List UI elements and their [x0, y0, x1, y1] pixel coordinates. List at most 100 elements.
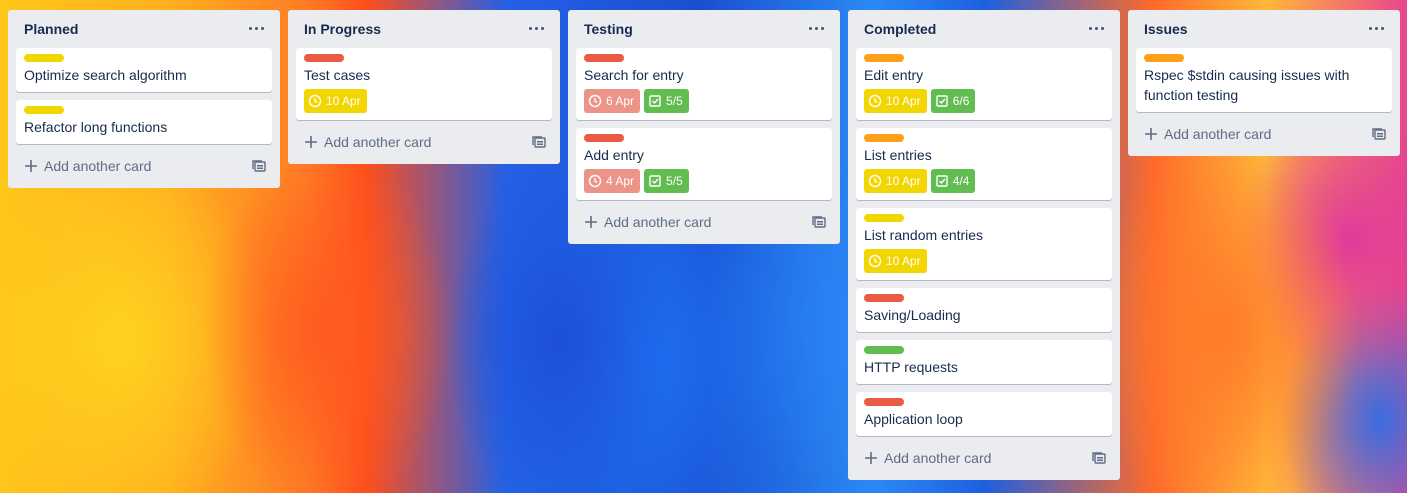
clock-icon	[868, 254, 882, 268]
card-title: Optimize search algorithm	[24, 67, 187, 83]
card-title: Add entry	[584, 147, 644, 163]
board: Planned Optimize search algorithm Refact…	[0, 0, 1407, 493]
list-in-progress: In Progress Test cases 10 Apr Add anothe…	[288, 10, 560, 164]
card[interactable]: Refactor long functions	[16, 100, 272, 144]
card-label[interactable]	[864, 134, 904, 142]
clock-icon	[308, 94, 322, 108]
checklist-count: 5/5	[666, 174, 683, 188]
checklist-count: 5/5	[666, 94, 683, 108]
due-date: 10 Apr	[886, 254, 921, 268]
add-card-label: Add another card	[324, 134, 432, 150]
card[interactable]: Optimize search algorithm	[16, 48, 272, 92]
card-title: Edit entry	[864, 67, 924, 83]
checkbox-icon	[649, 175, 661, 187]
add-card-label: Add another card	[884, 450, 992, 466]
card[interactable]: List entries 10 Apr 4/4	[856, 128, 1112, 200]
checkbox-icon	[649, 95, 661, 107]
card-title: List random entries	[864, 227, 984, 243]
clock-icon	[868, 94, 882, 108]
card-template-icon[interactable]	[532, 135, 546, 149]
list-title[interactable]: Testing	[584, 21, 633, 37]
card-title: List entries	[864, 147, 932, 163]
card[interactable]: Application loop	[856, 392, 1112, 436]
card-label[interactable]	[1144, 54, 1184, 62]
due-date-badge[interactable]: 10 Apr	[864, 169, 927, 193]
card[interactable]: Test cases 10 Apr	[296, 48, 552, 120]
card[interactable]: Search for entry 6 Apr 5/5	[576, 48, 832, 120]
add-card-button[interactable]: Add another card	[1136, 120, 1392, 148]
ellipsis-icon[interactable]	[244, 16, 268, 40]
due-date-badge[interactable]: 4 Apr	[584, 169, 641, 193]
due-date: 10 Apr	[886, 174, 921, 188]
list-header[interactable]: Testing	[576, 10, 832, 48]
plus-icon	[1145, 128, 1157, 140]
list-title[interactable]: Completed	[864, 21, 936, 37]
list-header[interactable]: Completed	[856, 10, 1112, 48]
plus-icon	[305, 136, 317, 148]
card-template-icon[interactable]	[812, 215, 826, 229]
card[interactable]: Saving/Loading	[856, 288, 1112, 332]
checklist-badge: 5/5	[644, 89, 689, 113]
card-template-icon[interactable]	[1372, 127, 1386, 141]
add-card-button[interactable]: Add another card	[856, 444, 1112, 472]
card-label[interactable]	[584, 54, 624, 62]
card-label[interactable]	[24, 106, 64, 114]
list-planned: Planned Optimize search algorithm Refact…	[8, 10, 280, 188]
card-label[interactable]	[864, 294, 904, 302]
list-testing: Testing Search for entry 6 Apr 5/5 Add e…	[568, 10, 840, 244]
ellipsis-icon[interactable]	[1084, 16, 1108, 40]
card[interactable]: Rspec $stdin causing issues with functio…	[1136, 48, 1392, 112]
list-header[interactable]: Planned	[16, 10, 272, 48]
card-title: HTTP requests	[864, 359, 958, 375]
card-title: Application loop	[864, 411, 963, 427]
due-date-badge[interactable]: 10 Apr	[864, 89, 927, 113]
card-label[interactable]	[304, 54, 344, 62]
card[interactable]: Edit entry 10 Apr 6/6	[856, 48, 1112, 120]
card-title: Saving/Loading	[864, 307, 961, 323]
card-title: Test cases	[304, 67, 371, 83]
checklist-count: 6/6	[952, 94, 970, 108]
list-issues: Issues Rspec $stdin causing issues with …	[1128, 10, 1400, 156]
add-card-label: Add another card	[1164, 126, 1272, 142]
clock-icon	[868, 174, 882, 188]
add-card-button[interactable]: Add another card	[576, 208, 832, 236]
checklist-count: 4/4	[952, 174, 970, 188]
ellipsis-icon[interactable]	[1364, 16, 1388, 40]
plus-icon	[585, 216, 597, 228]
plus-icon	[25, 160, 37, 172]
add-card-button[interactable]: Add another card	[16, 152, 272, 180]
card-title: Search for entry	[584, 67, 684, 83]
card-label[interactable]	[864, 346, 904, 354]
card-template-icon[interactable]	[1092, 451, 1106, 465]
card-label[interactable]	[864, 54, 904, 62]
card-title: Rspec $stdin causing issues with functio…	[1144, 67, 1350, 103]
list-header[interactable]: Issues	[1136, 10, 1392, 48]
add-card-label: Add another card	[44, 158, 152, 174]
checkbox-icon	[936, 95, 948, 107]
card[interactable]: List random entries 10 Apr	[856, 208, 1112, 280]
card[interactable]: Add entry 4 Apr 5/5	[576, 128, 832, 200]
due-date-badge[interactable]: 10 Apr	[304, 89, 367, 113]
ellipsis-icon[interactable]	[804, 16, 828, 40]
card-label[interactable]	[584, 134, 624, 142]
clock-icon	[588, 174, 602, 188]
plus-icon	[865, 452, 877, 464]
card-title: Refactor long functions	[24, 119, 168, 135]
card-label[interactable]	[864, 398, 904, 406]
card-label[interactable]	[24, 54, 64, 62]
card-template-icon[interactable]	[252, 159, 266, 173]
list-title[interactable]: Planned	[24, 21, 78, 37]
list-title[interactable]: In Progress	[304, 21, 381, 37]
due-date: 4 Apr	[606, 174, 635, 188]
ellipsis-icon[interactable]	[524, 16, 548, 40]
list-title[interactable]: Issues	[1144, 21, 1188, 37]
due-date: 10 Apr	[326, 94, 361, 108]
card-label[interactable]	[864, 214, 904, 222]
due-date: 10 Apr	[886, 94, 921, 108]
due-date-badge[interactable]: 6 Apr	[584, 89, 641, 113]
list-header[interactable]: In Progress	[296, 10, 552, 48]
checklist-badge: 4/4	[930, 169, 976, 193]
card[interactable]: HTTP requests	[856, 340, 1112, 384]
due-date-badge[interactable]: 10 Apr	[864, 249, 927, 273]
add-card-button[interactable]: Add another card	[296, 128, 552, 156]
